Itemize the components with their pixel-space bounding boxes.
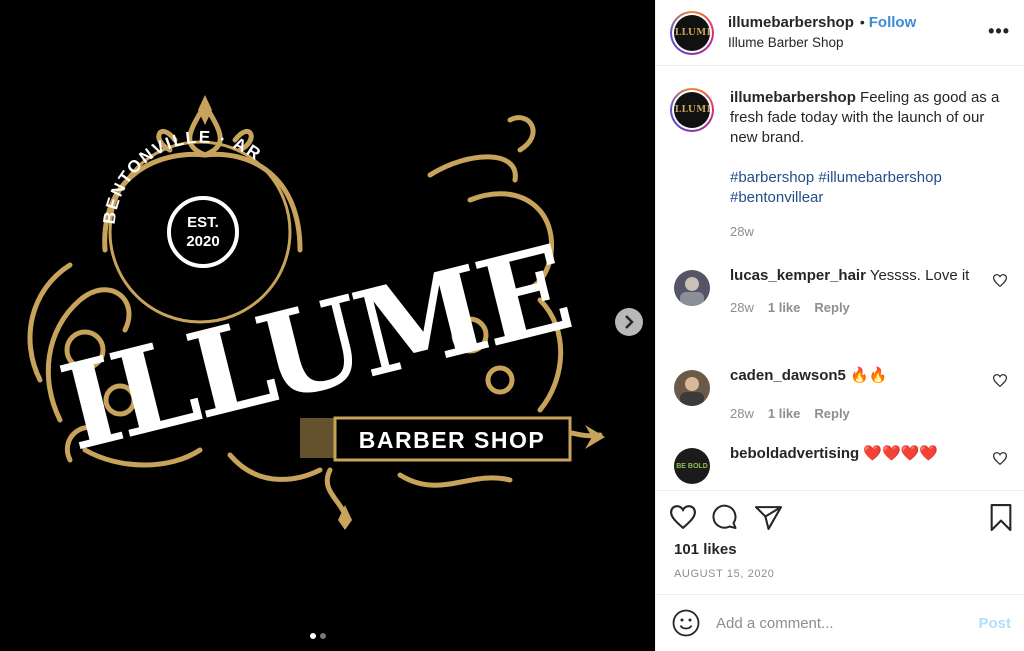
- header-username[interactable]: illumebarbershop: [728, 14, 854, 31]
- comment-input[interactable]: [716, 614, 966, 632]
- caption-time: 28w: [730, 224, 754, 239]
- add-comment-bar: Post: [656, 594, 1024, 651]
- comment-text: 🔥🔥: [850, 367, 888, 384]
- comment-time: 28w: [730, 406, 754, 421]
- post-dialog: BENTONVILLE · AR EST. 2020 ILLUME BARBER…: [0, 0, 1024, 651]
- comment-text: ❤️❤️❤️❤️: [863, 445, 939, 462]
- post-actions: 101 likes AUGUST 15, 2020: [656, 490, 1024, 580]
- more-options-icon[interactable]: •••: [988, 21, 1010, 42]
- barber-shop-label: BARBER SHOP: [359, 427, 545, 453]
- reply-button[interactable]: Reply: [814, 406, 849, 421]
- carousel-indicator: [310, 633, 326, 639]
- emoji-icon[interactable]: [672, 609, 700, 637]
- avatar-logo: ILLUME: [674, 27, 710, 38]
- post-header: ILLUME illumebarbershop •Follow Illume Ba…: [656, 0, 1024, 66]
- comment-time: 28w: [730, 300, 754, 315]
- person-photo-icon: [680, 377, 704, 406]
- chevron-right-icon: [625, 315, 634, 329]
- header-subname[interactable]: Illume Barber Shop: [728, 33, 916, 53]
- comment-likes[interactable]: 1 like: [768, 300, 801, 315]
- person-photo-icon: [680, 277, 704, 306]
- comment-text: Yessss. Love it: [869, 267, 970, 284]
- comment-username[interactable]: beboldadvertising: [730, 445, 859, 462]
- comments-list[interactable]: ILLUME illumebarbershop Feeling as good …: [656, 66, 1024, 490]
- beboldadvertising-avatar-text: BE BOLD: [676, 462, 708, 470]
- comment-username[interactable]: lucas_kemper_hair: [730, 267, 866, 284]
- save-bookmark-icon[interactable]: [989, 504, 1013, 531]
- commenter-avatar[interactable]: [674, 270, 710, 306]
- comment-row: BE BOLD beboldadvertising ❤️❤️❤️❤️: [670, 444, 1015, 488]
- caption-username[interactable]: illumebarbershop: [730, 89, 856, 106]
- comment-username[interactable]: caden_dawson5: [730, 367, 846, 384]
- commenter-avatar[interactable]: BE BOLD: [674, 448, 710, 484]
- follow-button[interactable]: Follow: [869, 14, 917, 31]
- carousel-next-button[interactable]: [615, 308, 643, 336]
- commenter-avatar[interactable]: [674, 370, 710, 406]
- like-comment-heart-icon[interactable]: [993, 374, 1007, 387]
- post-image[interactable]: BENTONVILLE · AR EST. 2020 ILLUME BARBER…: [0, 0, 655, 651]
- est-label: EST.: [187, 214, 219, 231]
- caption-avatar-logo: ILLUME: [674, 105, 710, 115]
- comment-bubble-icon[interactable]: [712, 504, 739, 530]
- caption-hashtags[interactable]: #barbershop #illumebarbershop #bentonvil…: [730, 168, 1000, 208]
- caption-row: ILLUME illumebarbershop Feeling as good …: [670, 88, 1015, 242]
- like-comment-heart-icon[interactable]: [993, 274, 1007, 287]
- separator-dot: •: [859, 14, 865, 30]
- caption-avatar[interactable]: ILLUME: [670, 88, 714, 132]
- comment-row: caden_dawson5 🔥🔥 28w 1 like Reply: [670, 366, 1015, 424]
- est-year: 2020: [186, 233, 219, 250]
- comment-likes[interactable]: 1 like: [768, 406, 801, 421]
- carousel-dot: [320, 633, 326, 639]
- share-paper-plane-icon[interactable]: [755, 505, 782, 530]
- like-comment-heart-icon[interactable]: [993, 452, 1007, 465]
- post-date[interactable]: AUGUST 15, 2020: [656, 568, 1024, 580]
- like-heart-icon[interactable]: [670, 505, 696, 529]
- likes-count[interactable]: 101 likes: [656, 541, 1024, 558]
- avatar[interactable]: ILLUME: [670, 10, 714, 55]
- post-comment-button[interactable]: Post: [978, 615, 1011, 632]
- carousel-dot-active: [310, 633, 316, 639]
- comment-row: lucas_kemper_hair Yessss. Love it 28w 1 l…: [670, 266, 1015, 318]
- illume-logo: BENTONVILLE · AR EST. 2020 ILLUME BARBER…: [27, 95, 605, 530]
- reply-button[interactable]: Reply: [814, 300, 849, 315]
- post-sidebar: ILLUME illumebarbershop •Follow Illume Ba…: [655, 0, 1024, 651]
